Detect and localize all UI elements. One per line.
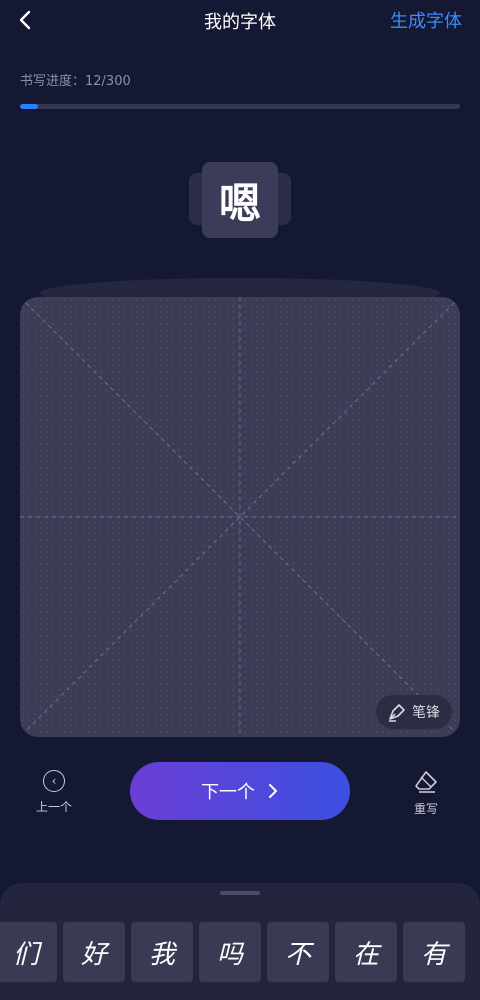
written-chars-list: 们 好 我 吗 不 在 有 xyxy=(0,922,465,982)
generate-font-button[interactable]: 生成字体 xyxy=(390,7,462,33)
rewrite-button[interactable]: 重写 xyxy=(398,770,454,817)
chevron-left-circle-icon: ‹ xyxy=(43,770,65,792)
writing-canvas[interactable]: 笔锋 xyxy=(20,297,460,737)
progress-bar xyxy=(20,104,460,109)
header: 我的字体 生成字体 xyxy=(0,0,480,40)
progress-label: 书写进度：12/300 xyxy=(20,74,131,89)
written-char[interactable]: 吗 xyxy=(199,922,261,982)
drag-handle[interactable] xyxy=(220,891,260,895)
current-character: 嗯 xyxy=(202,162,278,238)
written-chars-panel: 们 好 我 吗 不 在 有 xyxy=(0,883,480,1000)
previous-label: 上一个 xyxy=(35,800,72,814)
guide-lines xyxy=(20,297,460,737)
font-writing-page: 我的字体 生成字体 书写进度：12/300 嗯 笔锋 ‹ 上一个 下一个 重写 … xyxy=(0,0,480,1000)
chevron-right-icon xyxy=(269,784,277,798)
pen-icon xyxy=(389,704,405,722)
written-char[interactable]: 不 xyxy=(267,922,329,982)
written-char[interactable]: 好 xyxy=(63,922,125,982)
eraser-icon xyxy=(415,771,437,793)
written-char[interactable]: 我 xyxy=(131,922,193,982)
progress-bar-fill xyxy=(20,104,38,109)
written-char[interactable]: 们 xyxy=(0,922,57,982)
written-char[interactable]: 在 xyxy=(335,922,397,982)
written-char[interactable]: 有 xyxy=(403,922,465,982)
previous-button[interactable]: ‹ 上一个 xyxy=(26,770,82,815)
next-button[interactable]: 下一个 xyxy=(130,762,350,820)
next-label: 下一个 xyxy=(201,782,255,802)
rewrite-label: 重写 xyxy=(413,802,438,816)
pen-tip-button[interactable]: 笔锋 xyxy=(376,695,452,729)
pen-tip-label: 笔锋 xyxy=(412,705,440,721)
